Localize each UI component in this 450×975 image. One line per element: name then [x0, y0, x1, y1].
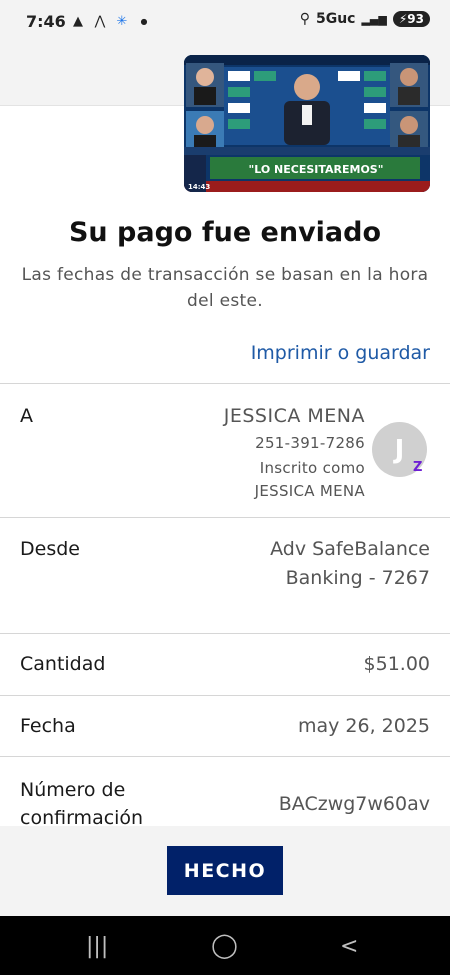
divider [0, 756, 450, 757]
zelle-icon: Z [413, 460, 423, 475]
location-icon: ⚲ [299, 11, 310, 27]
print-or-save-link[interactable]: Imprimir o guardar [251, 342, 430, 364]
pip-clock: 14:43 [188, 183, 210, 191]
battery-indicator: ⚡93 [392, 11, 430, 27]
date-label: Fecha [20, 715, 76, 737]
signal-icon: ▂▄▆ [361, 12, 387, 26]
done-button[interactable]: HECHO [167, 846, 283, 895]
divider [0, 633, 450, 634]
footer: HECHO [0, 826, 450, 916]
status-time: 7:46 [26, 12, 66, 31]
recipient-enrolled-prefix: Inscrito como [259, 459, 365, 477]
status-right: ⚲ 5Guc ▂▄▆ ⚡93 [300, 11, 430, 27]
navigation-arrow-icon: ▲ [73, 13, 83, 29]
page-subtitle: Las fechas de transacción se basan en la… [21, 265, 429, 311]
walmart-spark-icon: ✳ [116, 13, 128, 29]
more-dot-icon: ● [140, 16, 148, 26]
pip-video[interactable]: "LO NECESITAREMOS" 14:43 [184, 55, 430, 192]
page-title: Su pago fue enviado [68, 217, 382, 248]
recent-apps-icon[interactable]: ||| [86, 934, 108, 959]
avatar-initial: J [394, 434, 405, 465]
home-icon[interactable]: ◯ [211, 931, 238, 959]
pip-headline: "LO NECESITAREMOS" [249, 163, 384, 176]
system-nav-bar: ||| ◯ < [0, 916, 450, 975]
lambda-app-icon: ⋀ [94, 13, 106, 29]
confirmation-label: Número de confirmación [20, 779, 144, 829]
status-notification-icons: ▲ ⋀ ✳ ● [70, 12, 152, 30]
divider [0, 517, 450, 518]
recipient-enrolled-name: JESSICA MENA [254, 482, 365, 500]
confirmation-value: BACzwg7w60av [278, 793, 430, 815]
amount-value: $51.00 [363, 653, 430, 675]
recipient-name: JESSICA MENA [223, 405, 365, 427]
date-value: may 26, 2025 [297, 715, 430, 737]
divider [0, 695, 450, 696]
pip-video-frame: "LO NECESITAREMOS" 14:43 [184, 55, 430, 192]
recipient-label: A [20, 405, 33, 427]
recipient-phone: 251-391-7286 [255, 434, 365, 452]
battery-level: 93 [407, 12, 424, 26]
status-bar: 7:46 ▲ ⋀ ✳ ● ⚲ 5Guc ▂▄▆ ⚡93 [0, 0, 450, 44]
from-account-line2: Banking - 7267 [285, 567, 430, 589]
divider [0, 383, 450, 384]
from-account-line1: Adv SafeBalance [270, 538, 430, 560]
back-icon[interactable]: < [340, 934, 358, 959]
network-indicator: 5Guc [315, 11, 356, 27]
amount-label: Cantidad [20, 653, 106, 675]
from-label: Desde [20, 538, 80, 560]
